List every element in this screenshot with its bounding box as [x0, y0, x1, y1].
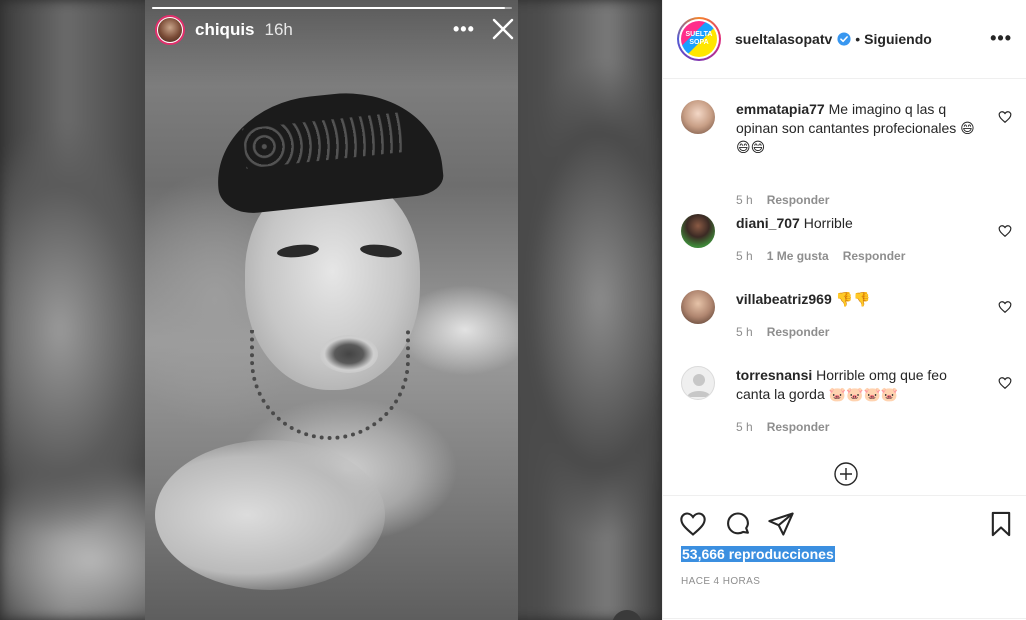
- like-comment-heart-icon[interactable]: [998, 110, 1012, 124]
- post-actions: 53,666 reproducciones HACE 4 HORAS: [663, 495, 1026, 620]
- load-more-comments-icon[interactable]: [834, 462, 858, 486]
- comment-meta: 5 h Responder: [736, 420, 829, 434]
- like-comment-heart-icon[interactable]: [998, 376, 1012, 390]
- media-viewer: chiquis 16h •••: [0, 0, 662, 620]
- default-avatar-icon: [687, 374, 711, 397]
- like-comment-heart-icon[interactable]: [998, 224, 1012, 238]
- story-time: 16h: [264, 20, 293, 39]
- story-header: chiquis 16h •••: [155, 15, 517, 45]
- comments-list: emmatapia77 Me imagino q las q opinan so…: [663, 80, 1026, 495]
- comment-meta: 5 h Responder: [736, 325, 829, 339]
- reply-button[interactable]: Responder: [767, 420, 830, 434]
- account-name[interactable]: sueltalasopatv: [735, 31, 832, 47]
- comment-meta: 5 h 1 Me gusta Responder: [736, 249, 905, 263]
- story-video[interactable]: [145, 0, 518, 620]
- story-username[interactable]: chiquis: [195, 20, 255, 40]
- divider: [663, 618, 1026, 619]
- comment-body: emmatapia77 Me imagino q las q opinan so…: [736, 100, 976, 157]
- comment-time: 5 h: [736, 420, 753, 434]
- like-comment-heart-icon[interactable]: [998, 300, 1012, 314]
- reply-button[interactable]: Responder: [767, 325, 830, 339]
- logo-text-bottom: SOPA: [689, 39, 709, 46]
- commenter-avatar[interactable]: [681, 366, 715, 400]
- views-count[interactable]: 53,666 reproducciones: [681, 546, 835, 562]
- comment-time: 5 h: [736, 325, 753, 339]
- reply-button[interactable]: Responder: [843, 249, 906, 263]
- comment-body: diani_707 Horrible: [736, 214, 976, 233]
- comment-body: villabeatriz969 👎👎: [736, 290, 976, 309]
- verified-badge-icon: [837, 32, 851, 46]
- comment-text: Horrible: [803, 215, 853, 231]
- save-bookmark-icon[interactable]: [987, 510, 1015, 538]
- post-panel: SUELTA SOPA sueltalasopatv • Siguiendo •…: [662, 0, 1026, 620]
- separator-dot: •: [855, 31, 861, 47]
- comment-username[interactable]: villabeatriz969: [736, 291, 832, 307]
- comment-body: torresnansi Horrible omg que feo canta l…: [736, 366, 976, 404]
- comment-username[interactable]: torresnansi: [736, 367, 812, 383]
- comment-likes[interactable]: 1 Me gusta: [767, 249, 829, 263]
- post-header: SUELTA SOPA sueltalasopatv • Siguiendo •…: [663, 0, 1026, 79]
- story-progress-bar: [152, 7, 512, 9]
- like-heart-icon[interactable]: [679, 510, 707, 538]
- following-button[interactable]: Siguiendo: [864, 31, 932, 47]
- comment-time: 5 h: [736, 249, 753, 263]
- story-progress-fill: [152, 7, 505, 9]
- comment-meta: 5 h Responder: [736, 193, 829, 207]
- commenter-avatar[interactable]: [681, 100, 715, 134]
- comment-time: 5 h: [736, 193, 753, 207]
- commenter-avatar[interactable]: [681, 214, 715, 248]
- story-avatar[interactable]: [155, 15, 185, 45]
- post-time-ago: HACE 4 HORAS: [681, 576, 761, 587]
- logo-text-top: SUELTA: [685, 31, 713, 38]
- post-options-icon[interactable]: •••: [990, 28, 1012, 49]
- comment-bubble-icon[interactable]: [724, 510, 752, 538]
- commenter-avatar[interactable]: [681, 290, 715, 324]
- top-gradient: [145, 0, 518, 620]
- comment-text: 👎👎: [835, 291, 871, 307]
- more-horizontal-icon[interactable]: •••: [453, 19, 475, 40]
- comment-username[interactable]: diani_707: [736, 215, 800, 231]
- reply-button[interactable]: Responder: [767, 193, 830, 207]
- account-logo: SUELTA SOPA: [681, 21, 717, 57]
- comment-username[interactable]: emmatapia77: [736, 101, 825, 117]
- account-avatar[interactable]: SUELTA SOPA: [677, 17, 721, 61]
- close-icon[interactable]: [491, 17, 515, 41]
- share-paper-plane-icon[interactable]: [767, 510, 795, 538]
